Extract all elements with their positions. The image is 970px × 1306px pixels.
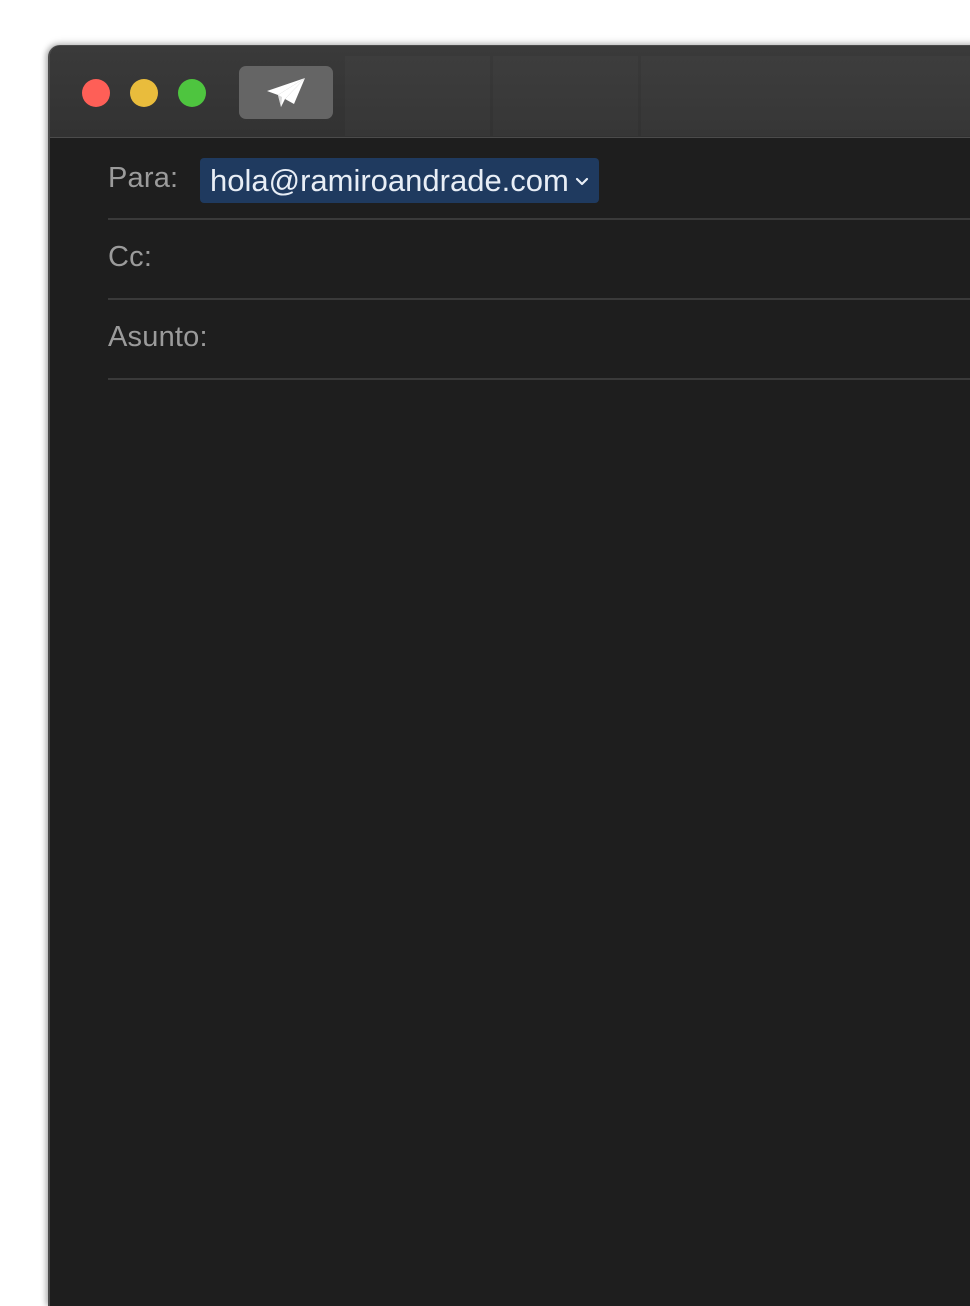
minimize-window-button[interactable] [130, 79, 158, 107]
message-body[interactable] [50, 379, 970, 1306]
to-label: Para: [108, 162, 179, 194]
recipient-token[interactable]: hola@ramiroandrade.com [200, 158, 599, 203]
close-window-button[interactable] [82, 79, 110, 107]
cc-label: Cc: [108, 241, 153, 273]
toolbar-placeholder [345, 56, 490, 136]
paper-plane-icon [265, 76, 307, 110]
toolbar-placeholder [641, 56, 970, 136]
zoom-window-button[interactable] [178, 79, 206, 107]
subject-field-row[interactable]: Asunto: [108, 298, 970, 380]
cc-field-row[interactable]: Cc: [108, 218, 970, 300]
subject-label: Asunto: [108, 321, 208, 353]
window-titlebar [50, 46, 970, 138]
recipient-address: hola@ramiroandrade.com [210, 162, 569, 198]
mail-compose-window: Para: hola@ramiroandrade.com Cc: Asunto: [48, 45, 970, 1306]
send-button[interactable] [239, 66, 333, 119]
to-field-row[interactable]: Para: hola@ramiroandrade.com [108, 138, 970, 220]
chevron-down-icon[interactable] [575, 174, 589, 187]
toolbar-placeholder [493, 56, 638, 136]
